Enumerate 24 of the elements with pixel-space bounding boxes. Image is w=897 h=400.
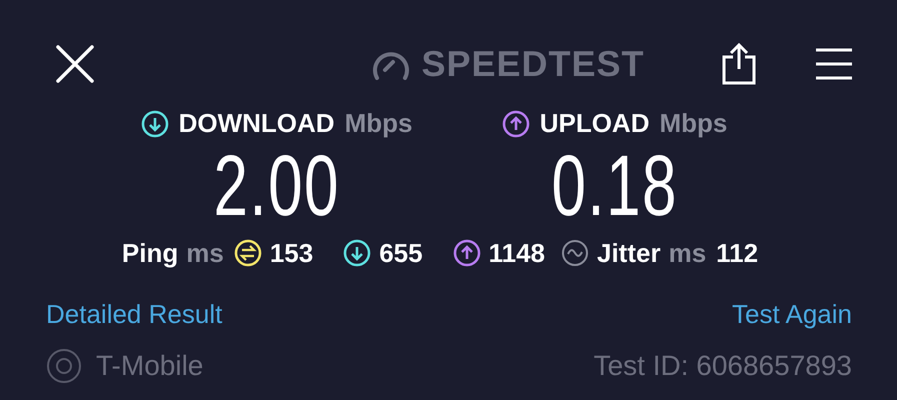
speed-value: 0.18 <box>551 139 678 234</box>
logo-text: SPEEDTEST <box>421 43 645 85</box>
speed-value: 2.00 <box>213 139 340 234</box>
result-link[interactable]: Detailed Result <box>46 298 222 330</box>
jitter-value: 112 <box>716 238 758 269</box>
idle-ping-icon <box>234 239 262 268</box>
wave-icon <box>561 239 589 268</box>
menu-icon[interactable] <box>816 48 852 80</box>
provider-name: T-Mobile <box>96 350 204 382</box>
ping-value: 153 <box>270 238 314 269</box>
ping-value: 655 <box>379 238 423 269</box>
unit-label: Mbps <box>659 108 728 139</box>
unit-label: Mbps <box>344 108 412 139</box>
speed-label: UPLOAD <box>540 108 650 139</box>
unit-label: ms <box>186 238 224 269</box>
jitter-label: Jitter <box>597 238 661 269</box>
close-icon[interactable] <box>56 45 94 83</box>
ping-value: 1148 <box>488 238 545 269</box>
ping-label: Ping <box>122 238 178 269</box>
test-id: Test ID: 6068657893 <box>594 350 852 382</box>
share-icon[interactable] <box>722 43 756 85</box>
unit-label: ms <box>668 238 706 269</box>
speed-label: DOWNLOAD <box>178 108 335 139</box>
result-link[interactable]: Test Again <box>732 298 852 330</box>
